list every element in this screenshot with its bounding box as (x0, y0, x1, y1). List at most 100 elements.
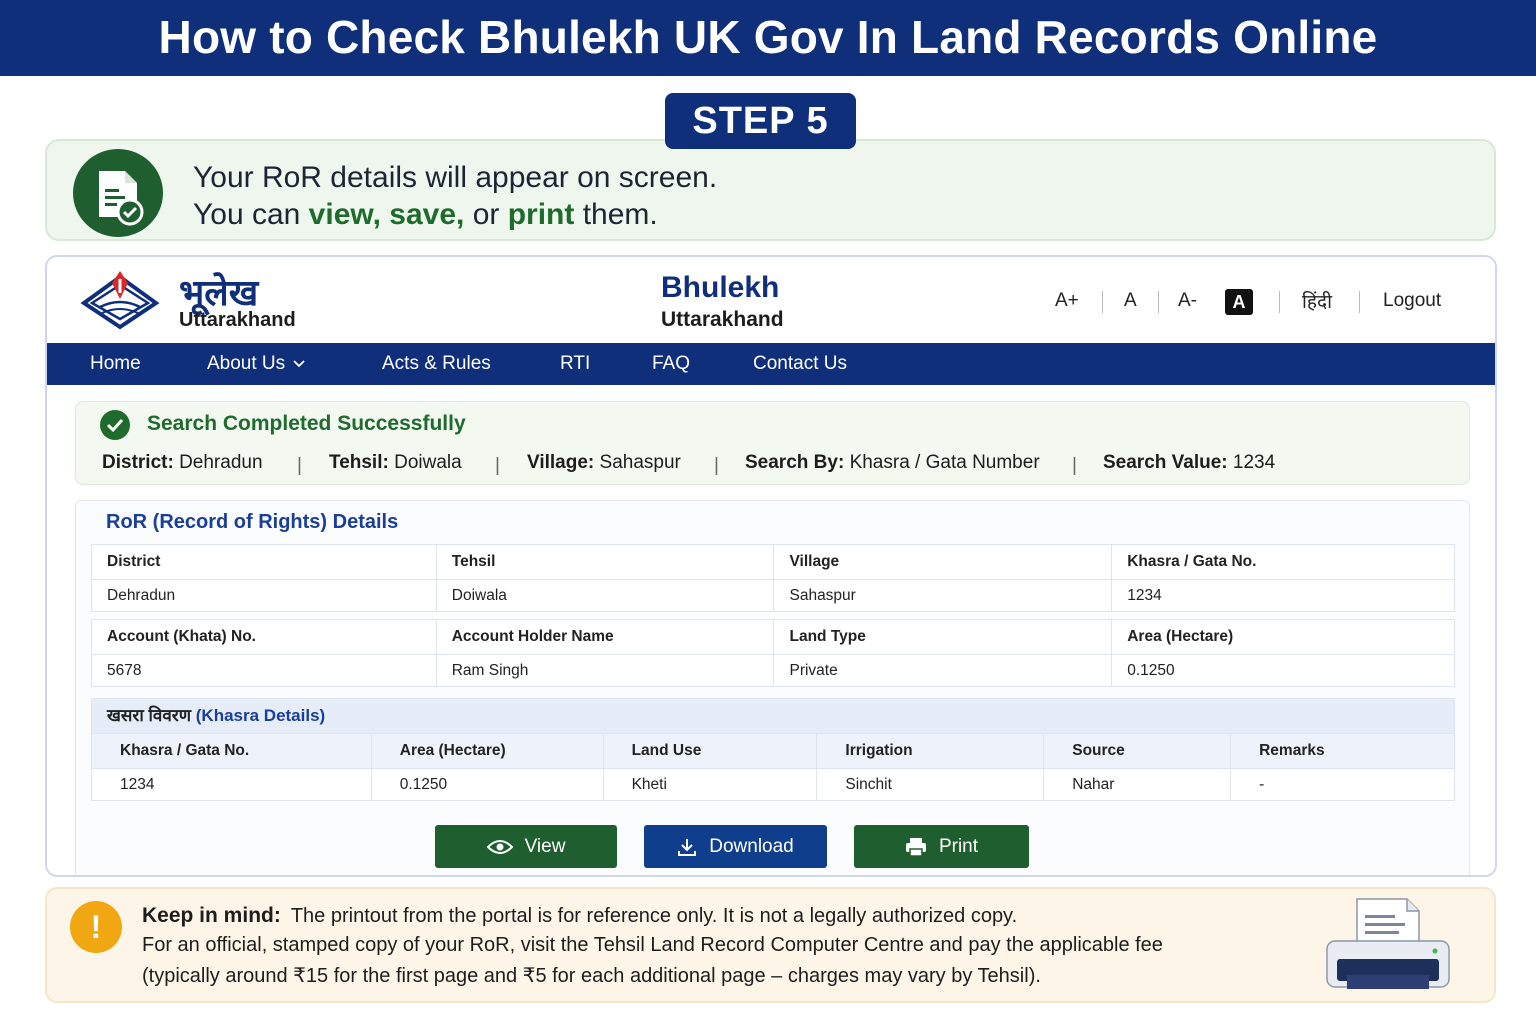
exclamation-icon: ! (70, 901, 122, 953)
nav-item-about-us[interactable]: About Us (207, 343, 305, 385)
print-button[interactable]: Print (854, 825, 1029, 868)
table-header-cell: Khasra / Gata No. (1111, 544, 1455, 580)
eye-icon (486, 839, 513, 854)
khasra-details-table: Khasra / Gata No. Area (Hectare) Land Us… (91, 733, 1455, 801)
portal-subtitle: Uttarakhand (661, 308, 784, 331)
table-cell: Dehradun (91, 579, 437, 612)
intro-text: Your RoR details will appear on screen. … (193, 159, 717, 233)
meta-separator: | (714, 455, 719, 476)
ror-details-title: RoR (Record of Rights) Details (106, 511, 399, 533)
search-status-panel: Search Completed Successfully District: … (75, 401, 1470, 485)
intro-print-word: print (507, 198, 575, 231)
note-line-2: For an official, stamped copy of your Ro… (142, 934, 1163, 956)
tehsil-meta-label: Tehsil: (329, 452, 389, 473)
table-row: 5678 Ram Singh Private 0.1250 (91, 654, 1455, 687)
note-line-1-text: The printout from the portal is for refe… (290, 905, 1018, 927)
intro-line-2: You can view, save, or print them. (193, 196, 717, 233)
table-cell: 5678 (91, 654, 437, 687)
font-size-increase-button[interactable]: A+ (1055, 288, 1079, 314)
printer-illustration-icon (1326, 898, 1450, 989)
toolbar-divider (1279, 291, 1280, 313)
village-meta: Village: Sahaspur (527, 452, 681, 474)
tehsil-meta: Tehsil: Doiwala (329, 452, 462, 474)
success-check-icon (100, 410, 130, 440)
nav-item-acts-rules[interactable]: Acts & Rules (382, 343, 491, 385)
table-header-cell: Account (Khata) No. (91, 619, 437, 655)
table-cell: Doiwala (435, 579, 775, 612)
intro-line-2-start: You can (193, 198, 309, 231)
toolbar-divider (1102, 291, 1103, 313)
search-by-meta-label: Search By: (745, 452, 845, 473)
table-header-cell: Area (Hectare) (370, 733, 604, 769)
table-cell: Sahaspur (773, 579, 1113, 612)
search-value-meta: Search Value: 1234 (1103, 452, 1275, 474)
main-nav: Home About Us Acts & Rules RTI FAQ Conta… (47, 343, 1495, 385)
table-row: Khasra / Gata No. Area (Hectare) Land Us… (91, 733, 1455, 769)
font-size-normal-button[interactable]: A (1124, 288, 1137, 314)
meta-separator: | (297, 455, 302, 476)
note-label: Keep in mind: (142, 904, 281, 927)
table-header-cell: Land Use (602, 733, 818, 769)
table-cell: 0.1250 (370, 768, 604, 801)
table-header-cell: District (91, 544, 437, 580)
table-cell: Private (773, 654, 1113, 687)
meta-separator: | (1072, 455, 1077, 476)
table-header-cell: Tehsil (435, 544, 775, 580)
meta-separator: | (495, 455, 500, 476)
toolbar-divider (1158, 291, 1159, 313)
intro-callout: Your RoR details will appear on screen. … (45, 139, 1496, 241)
table-header-cell: Remarks (1230, 733, 1455, 769)
document-check-icon (73, 149, 163, 237)
table-header-cell: Area (Hectare) (1111, 619, 1455, 655)
keep-in-mind-note: ! Keep in mind: The printout from the por… (45, 887, 1496, 1003)
brand-state-name: Uttarakhand (179, 309, 296, 331)
table-header-cell: Khasra / Gata No. (91, 733, 372, 769)
search-value-meta-value: 1234 (1232, 452, 1276, 473)
village-meta-label: Village: (527, 452, 595, 473)
khasra-heading-english: (Khasra Details) (195, 706, 326, 725)
high-contrast-button[interactable]: A (1225, 289, 1253, 315)
table-cell: Nahar (1043, 768, 1232, 801)
table-cell: 1234 (91, 768, 372, 801)
page-banner-title: How to Check Bhulekh UK Gov In Land Reco… (0, 0, 1536, 76)
download-button[interactable]: Download (644, 825, 827, 868)
nav-item-contact-us[interactable]: Contact Us (753, 343, 847, 385)
table-header-cell: Irrigation (816, 733, 1045, 769)
ror-details-table: District Tehsil Village Khasra / Gata No… (91, 544, 1455, 612)
view-button[interactable]: View (435, 825, 617, 868)
table-cell: 1234 (1111, 579, 1455, 612)
table-row: 1234 0.1250 Kheti Sinchit Nahar - (91, 768, 1455, 801)
nav-item-faq[interactable]: FAQ (652, 343, 690, 385)
khasra-heading-hindi: खसरा विवरण (107, 706, 192, 725)
intro-line-2-end: them. (574, 198, 658, 231)
portal-title: Bhulekh (661, 271, 780, 304)
nav-item-home[interactable]: Home (90, 343, 141, 385)
hindi-language-toggle[interactable]: हिंदी (1302, 288, 1332, 314)
download-button-label: Download (709, 835, 794, 857)
uttarakhand-emblem-icon (80, 271, 160, 330)
printer-icon (905, 837, 926, 857)
ror-account-table: Account (Khata) No. Account Holder Name … (91, 619, 1455, 687)
table-row: Account (Khata) No. Account Holder Name … (91, 619, 1455, 655)
nav-item-rti[interactable]: RTI (560, 343, 590, 385)
table-cell: Kheti (602, 768, 818, 801)
portal-window: भूलेख Uttarakhand Bhulekh Uttarakhand A+… (45, 255, 1497, 877)
table-cell: Ram Singh (435, 654, 775, 687)
table-header-cell: Land Type (773, 619, 1113, 655)
table-cell: 0.1250 (1111, 654, 1455, 687)
table-header-cell: Account Holder Name (435, 619, 775, 655)
note-line-3: (typically around ₹15 for the first page… (142, 965, 1041, 987)
chevron-down-icon (293, 360, 305, 368)
table-header-cell: Village (773, 544, 1113, 580)
font-size-decrease-button[interactable]: A- (1178, 288, 1197, 314)
district-meta: District: Dehradun (102, 452, 263, 474)
print-button-label: Print (938, 835, 979, 857)
search-value-meta-label: Search Value: (1103, 452, 1228, 473)
nav-item-about-us-label: About Us (207, 353, 286, 374)
table-row: Dehradun Doiwala Sahaspur 1234 (91, 579, 1455, 612)
intro-line-1: Your RoR details will appear on screen. (193, 161, 718, 194)
intro-save-word: save, (389, 198, 465, 231)
view-button-label: View (524, 835, 566, 857)
district-meta-value: Dehradun (179, 452, 263, 473)
logout-link[interactable]: Logout (1383, 288, 1441, 314)
